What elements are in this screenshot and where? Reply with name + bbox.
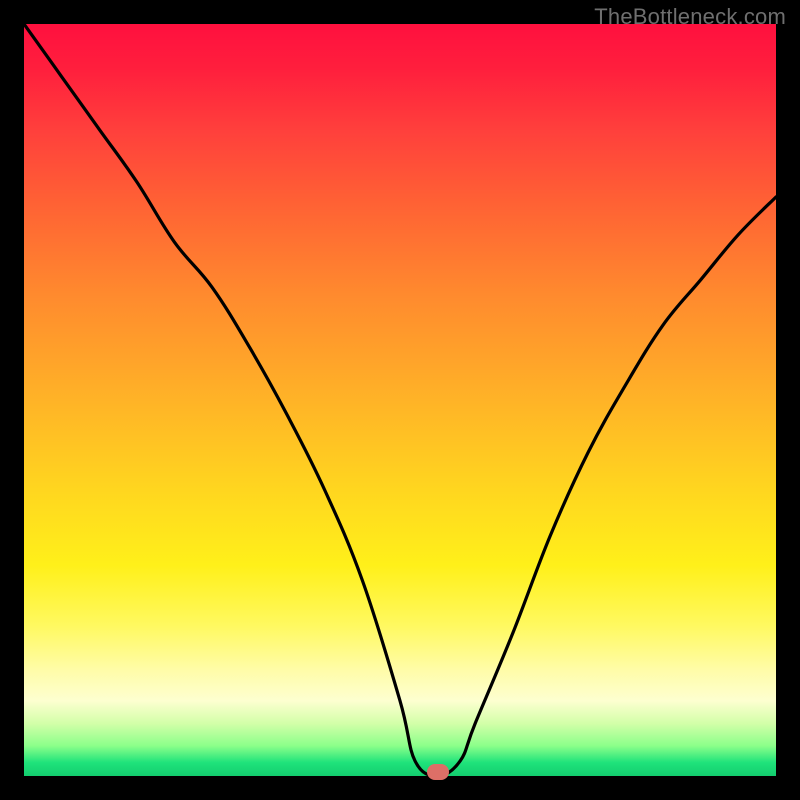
optimal-point-marker — [427, 764, 449, 780]
bottleneck-curve — [24, 24, 776, 776]
watermark-text: TheBottleneck.com — [594, 4, 786, 30]
plot-area — [24, 24, 776, 776]
figure-root: TheBottleneck.com — [0, 0, 800, 800]
